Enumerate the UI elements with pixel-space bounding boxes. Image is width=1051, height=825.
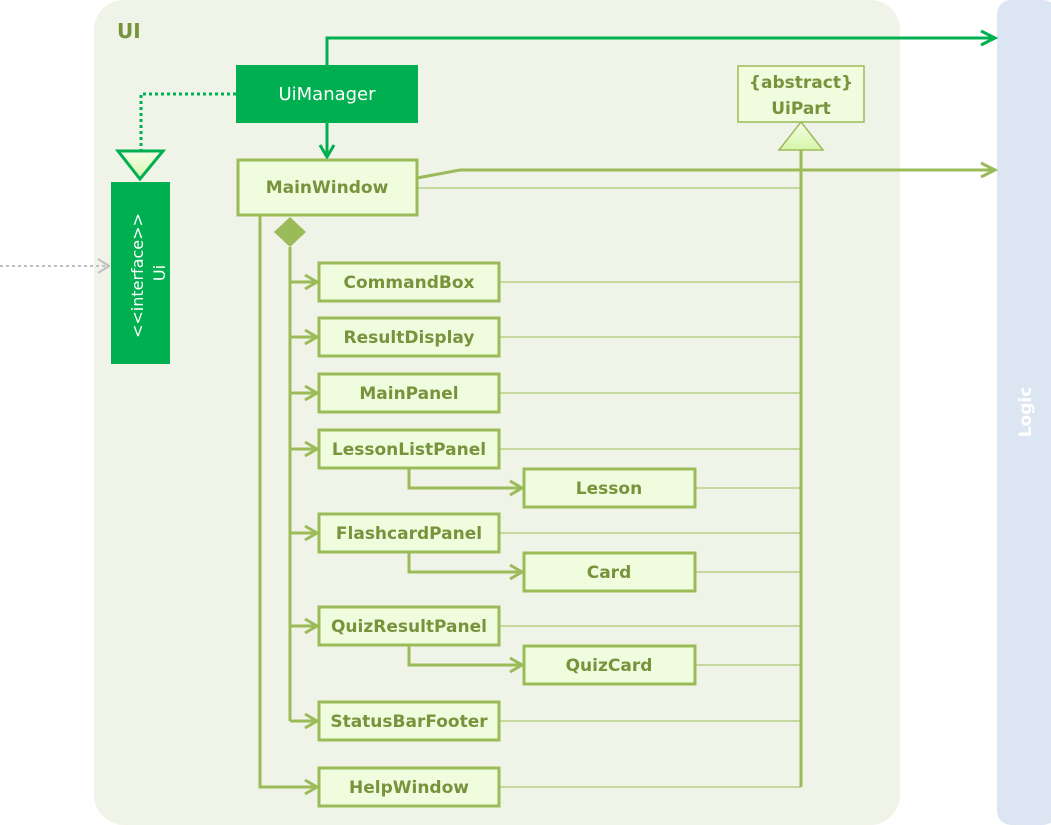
ui-class-diagram: UI Logic CommandBox ResultDisplay MainPane… (0, 0, 1051, 825)
ui-package-title: UI (117, 19, 141, 43)
mainpanel-label: MainPanel (359, 384, 458, 404)
helpwindow-label: HelpWindow (349, 778, 469, 798)
quizresultpanel-label: QuizResultPanel (331, 617, 487, 637)
flashcardpanel-label: FlashcardPanel (336, 524, 482, 544)
uipart-label: UiPart (771, 99, 831, 119)
statusbarfooter-label: StatusBarFooter (330, 712, 488, 732)
uimanager-label: UiManager (278, 84, 376, 105)
card-label: Card (587, 563, 632, 583)
lessonlistpanel-label: LessonListPanel (332, 440, 486, 460)
uipart-stereotype: {abstract} (749, 73, 853, 93)
commandbox-label: CommandBox (344, 273, 475, 293)
logic-package-title: Logic (1016, 387, 1036, 438)
lesson-label: Lesson (576, 479, 642, 499)
mainwindow-label: MainWindow (266, 178, 389, 198)
resultdisplay-label: ResultDisplay (344, 328, 475, 348)
quizcard-label: QuizCard (566, 656, 653, 676)
external-usage-arrow (0, 258, 111, 274)
